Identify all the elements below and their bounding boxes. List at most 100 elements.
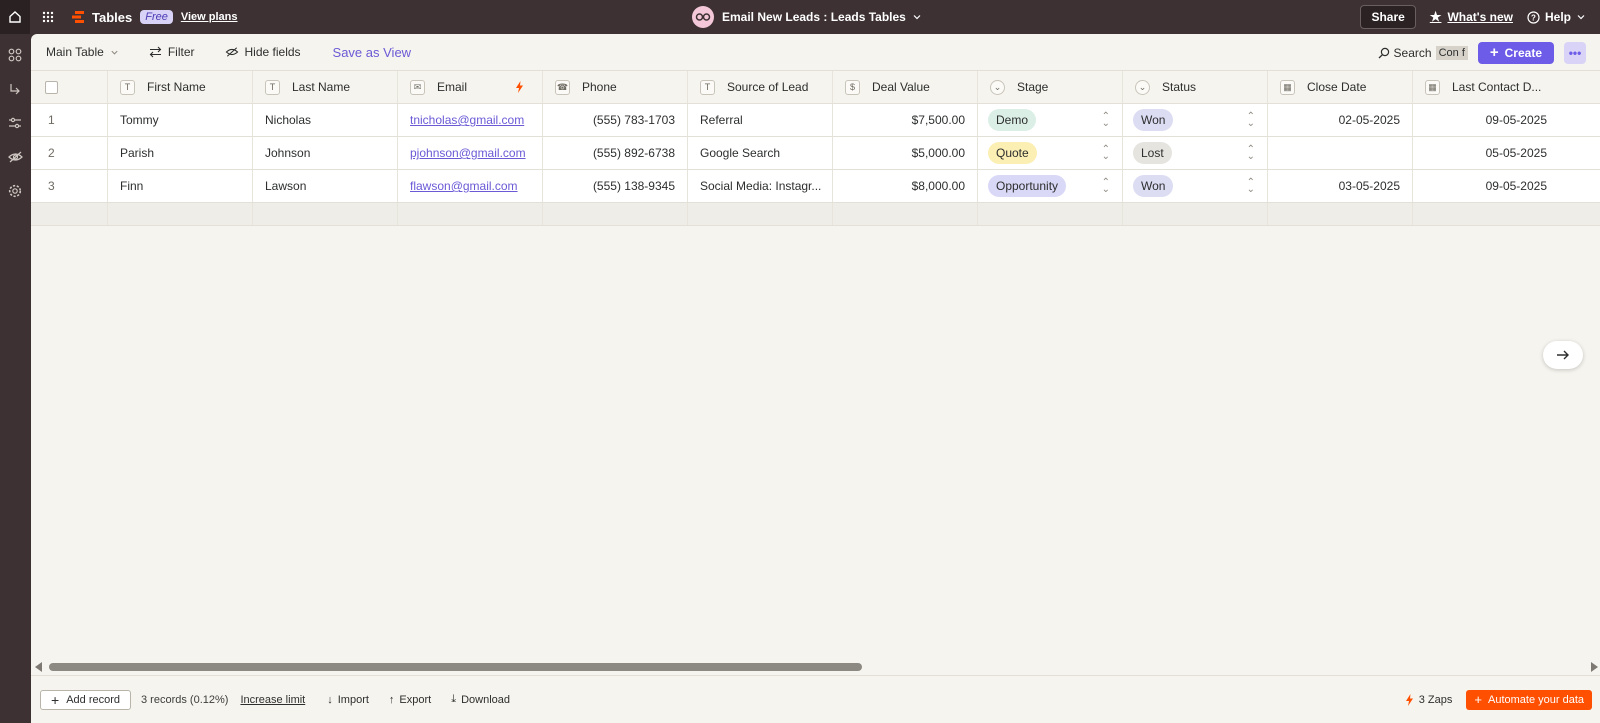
increase-limit-link[interactable]: Increase limit	[240, 694, 305, 706]
document-title-menu[interactable]: Email New Leads : Leads Tables	[692, 0, 922, 34]
cell-last-name[interactable]: Lawson	[253, 170, 398, 202]
download-button[interactable]: ⤓ Download	[451, 693, 510, 706]
import-button[interactable]: ↓ Import	[327, 694, 369, 706]
cell-deal-value[interactable]: $5,000.00	[833, 137, 978, 169]
sort-updown-icon[interactable]: ⌃ ⌄	[1102, 145, 1110, 162]
scroll-left-arrow-icon[interactable]	[35, 662, 42, 672]
cell-first-name[interactable]: Tommy	[108, 104, 253, 136]
create-label: Create	[1504, 45, 1542, 60]
column-header-source-of-lead[interactable]: T Source of Lead	[688, 71, 833, 103]
arrow-right-icon	[1557, 350, 1569, 360]
cell-first-name[interactable]: Finn	[108, 170, 253, 202]
select-all-checkbox[interactable]	[45, 80, 58, 94]
share-button[interactable]: Share	[1360, 5, 1416, 29]
cell-status[interactable]: Won ⌃ ⌄	[1123, 104, 1268, 136]
date-field-icon: ▦	[1425, 79, 1440, 95]
source-value: Referral	[700, 113, 743, 127]
cell-last-name[interactable]: Nicholas	[253, 104, 398, 136]
gear-icon[interactable]	[5, 181, 25, 201]
cell-source-of-lead[interactable]: Referral	[688, 104, 833, 136]
view-plans-link[interactable]: View plans	[181, 11, 238, 23]
new-record-row[interactable]	[31, 203, 1600, 226]
cell-status[interactable]: Lost ⌃ ⌄	[1123, 137, 1268, 169]
stage-pill: Demo	[988, 109, 1037, 131]
phone-value: (555) 892-6738	[592, 146, 675, 160]
sort-updown-icon[interactable]: ⌃ ⌄	[1247, 178, 1255, 195]
column-header-stage[interactable]: ⌄ Stage	[978, 71, 1123, 103]
filter-button[interactable]: Filter	[149, 45, 195, 59]
column-header-phone[interactable]: ☎ Phone	[543, 71, 688, 103]
automate-data-button[interactable]: + Automate your data	[1466, 690, 1592, 710]
column-header-deal-value[interactable]: $ Deal Value	[833, 71, 978, 103]
document-title: Email New Leads : Leads Tables	[722, 10, 906, 24]
email-link[interactable]: flawson@gmail.com	[410, 179, 518, 193]
table-row[interactable]: 1 Tommy Nicholas tnicholas@gmail.com (555) 7…	[31, 104, 1600, 137]
cell-last-contact-date[interactable]: 09-05-2025	[1413, 170, 1559, 202]
email-link[interactable]: pjohnson@gmail.com	[410, 146, 526, 160]
add-record-button[interactable]: + Add record	[40, 689, 131, 710]
help-label: Help	[1544, 10, 1571, 24]
export-button[interactable]: ↑ Export	[389, 694, 431, 706]
column-header-email[interactable]: ✉ Email	[398, 71, 543, 103]
cell-status[interactable]: Won ⌃ ⌄	[1123, 170, 1268, 202]
save-as-view-button[interactable]: Save as View	[333, 45, 412, 60]
table-row[interactable]: 2 Parish Johnson pjohnson@gmail.com (555) 89…	[31, 137, 1600, 170]
components-icon[interactable]	[5, 45, 25, 65]
currency-field-icon: $	[845, 79, 860, 95]
cell-email[interactable]: pjohnson@gmail.com	[398, 137, 543, 169]
sort-updown-icon[interactable]: ⌃ ⌄	[1247, 145, 1255, 162]
cell-phone[interactable]: (555) 138-9345	[543, 170, 688, 202]
cell-source-of-lead[interactable]: Social Media: Instagr...	[688, 170, 833, 202]
sort-updown-icon[interactable]: ⌃ ⌄	[1102, 112, 1110, 129]
eye-off-icon[interactable]	[5, 147, 25, 167]
app-switcher-button[interactable]	[34, 0, 62, 34]
hide-fields-button[interactable]: Hide fields	[225, 45, 301, 59]
table-row[interactable]: 3 Finn Lawson flawson@gmail.com (555) 138-93…	[31, 170, 1600, 203]
filters-icon[interactable]	[5, 113, 25, 133]
horizontal-scrollbar[interactable]	[31, 659, 1600, 675]
cell-deal-value[interactable]: $7,500.00	[833, 104, 978, 136]
flow-arrow-icon[interactable]	[5, 79, 25, 99]
last-name-value: Lawson	[265, 179, 307, 193]
zaps-button[interactable]: 3 Zaps	[1405, 694, 1452, 706]
cell-last-contact-date[interactable]: 05-05-2025	[1413, 137, 1559, 169]
cell-email[interactable]: flawson@gmail.com	[398, 170, 543, 202]
cell-close-date[interactable]: 03-05-2025	[1268, 170, 1413, 202]
column-header-close-date[interactable]: ▦ Close Date	[1268, 71, 1413, 103]
scroll-right-button[interactable]	[1543, 341, 1583, 369]
view-selector[interactable]: Main Table	[46, 45, 119, 59]
search-input[interactable]: Search Con f	[1378, 45, 1468, 60]
column-header-status[interactable]: ⌄ Status	[1123, 71, 1268, 103]
cell-last-contact-date[interactable]: 09-05-2025	[1413, 104, 1559, 136]
cell-close-date[interactable]	[1268, 137, 1413, 169]
cell-source-of-lead[interactable]: Google Search	[688, 137, 833, 169]
scroll-right-arrow-icon[interactable]	[1591, 662, 1598, 672]
cell-email[interactable]: tnicholas@gmail.com	[398, 104, 543, 136]
whats-new-link[interactable]: ★ What's new	[1430, 9, 1513, 25]
cell-phone[interactable]: (555) 892-6738	[543, 137, 688, 169]
home-button[interactable]	[0, 0, 30, 34]
cell-phone[interactable]: (555) 783-1703	[543, 104, 688, 136]
column-header-last-name[interactable]: T Last Name	[253, 71, 398, 103]
column-header-first-name[interactable]: T First Name	[108, 71, 253, 103]
home-icon	[9, 11, 21, 23]
cell-last-name[interactable]: Johnson	[253, 137, 398, 169]
cell-stage[interactable]: Opportunity ⌃ ⌄	[978, 170, 1123, 202]
cell-stage[interactable]: Demo ⌃ ⌄	[978, 104, 1123, 136]
row-number-label: 2	[48, 146, 55, 160]
cell-deal-value[interactable]: $8,000.00	[833, 170, 978, 202]
cell-first-name[interactable]: Parish	[108, 137, 253, 169]
scrollbar-thumb[interactable]	[49, 663, 862, 671]
column-header-last-contact-date[interactable]: ▦ Last Contact D...	[1413, 71, 1559, 103]
stage-pill: Quote	[988, 142, 1037, 164]
cell-stage[interactable]: Quote ⌃ ⌄	[978, 137, 1123, 169]
sort-updown-icon[interactable]: ⌃ ⌄	[1247, 112, 1255, 129]
cell-close-date[interactable]: 02-05-2025	[1268, 104, 1413, 136]
sort-updown-icon[interactable]: ⌃ ⌄	[1102, 178, 1110, 195]
create-button[interactable]: + Create	[1477, 41, 1554, 64]
email-link[interactable]: tnicholas@gmail.com	[410, 113, 524, 127]
help-menu[interactable]: ? Help	[1527, 10, 1586, 24]
more-options-button[interactable]: •••	[1564, 41, 1586, 64]
last-name-value: Johnson	[265, 146, 311, 160]
chevron-down-icon	[1577, 15, 1585, 20]
